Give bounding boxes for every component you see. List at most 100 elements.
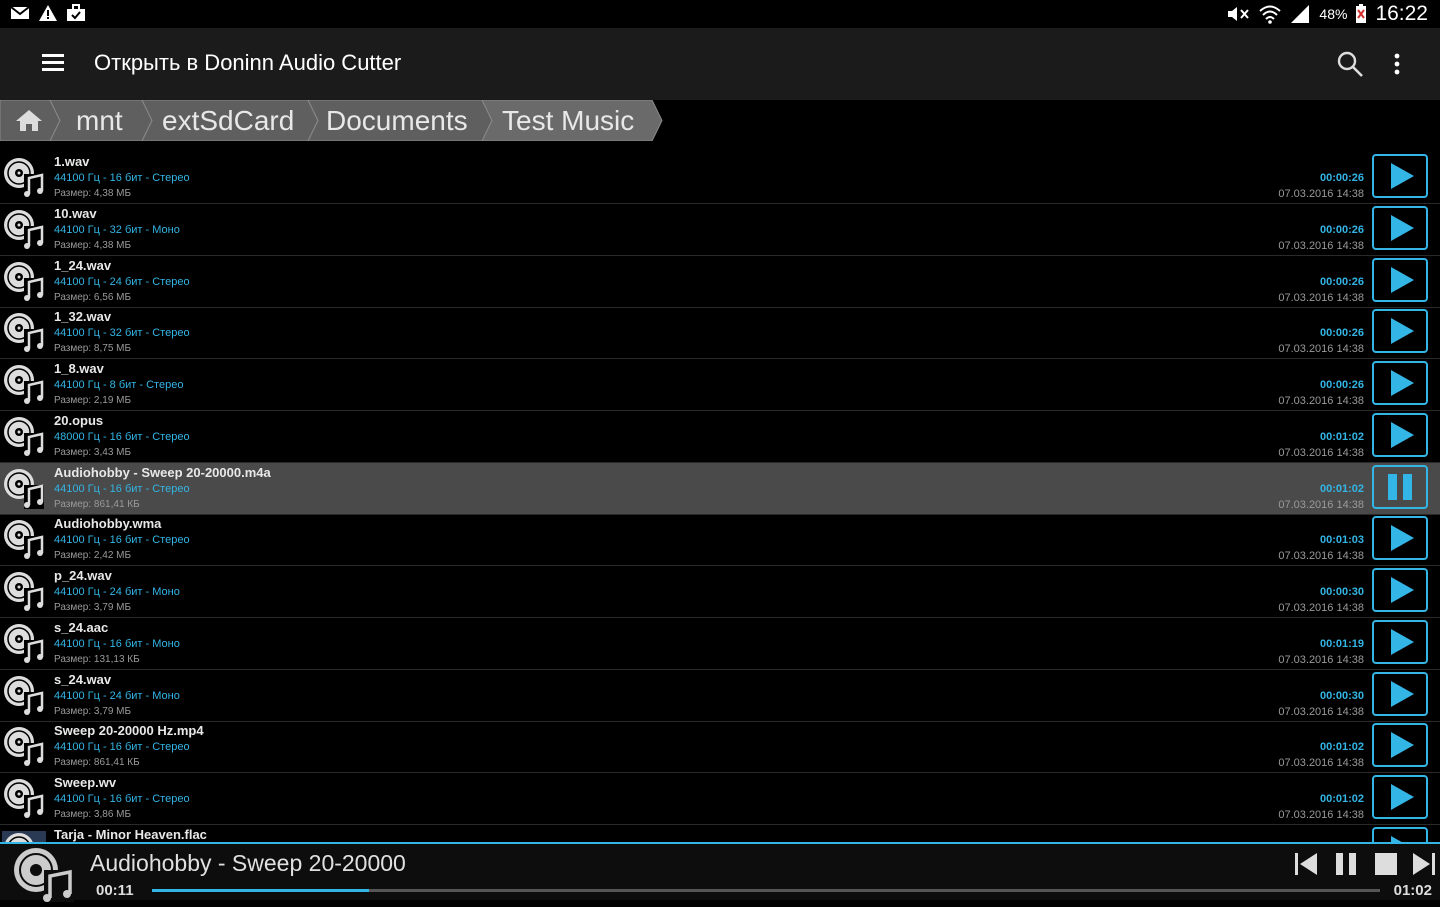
file-size: Размер: 3,79 МБ [54,705,132,717]
file-row[interactable]: s_24.wav 44100 Гц - 24 бит - Моно Размер… [0,670,1440,722]
file-duration: 00:00:26 [1319,379,1364,391]
breadcrumb-item[interactable]: Documents [308,100,494,141]
file-row[interactable]: Audiohobby - Sweep 20-20000.m4a 44100 Гц… [0,462,1440,515]
file-duration: 00:01:02 [1319,482,1364,495]
play-button[interactable] [1372,412,1428,457]
wifi-icon [1259,4,1282,24]
file-name: 1_32.wav [54,309,112,325]
play-button[interactable] [1372,309,1428,354]
file-name: s_24.wav [54,671,112,687]
play-button[interactable] [1372,826,1428,842]
audio-file-icon [2,622,46,666]
file-row[interactable]: s_24.aac 44100 Гц - 16 бит - Моно Размер… [0,618,1440,670]
battery-icon [1355,4,1367,24]
file-row[interactable]: 10.wav 44100 Гц - 32 бит - Моно Размер: … [0,204,1440,256]
play-button[interactable] [1372,205,1428,250]
file-size: Размер: 3,86 МБ [54,809,132,820]
file-format: 44100 Гц - 8 бит - Стерео [54,379,184,391]
file-name: 10.wav [54,205,97,221]
audio-file-icon [2,415,46,459]
file-row[interactable]: 1_24.wav 44100 Гц - 24 бит - Стерео Разм… [0,256,1440,308]
audio-file-icon [2,208,46,252]
play-button[interactable] [1372,361,1428,405]
skip-previous-icon[interactable] [1292,850,1320,878]
file-row[interactable]: Sweep 20-20000 Hz.mp4 44100 Гц - 16 бит … [0,721,1440,774]
file-size: Размер: 2,42 МБ [54,550,132,562]
play-button[interactable] [1372,723,1428,768]
app-toolbar: Открыть в Doninn Audio Cutter [0,28,1440,100]
clock: 16:22 [1375,2,1428,25]
file-row[interactable]: p_24.wav 44100 Гц - 24 бит - Моно Размер… [0,566,1440,618]
file-size: Размер: 4,38 МБ [54,239,132,251]
stop-icon[interactable] [1372,850,1400,878]
play-button[interactable] [1372,775,1428,819]
hamburger-menu-icon[interactable] [42,52,66,76]
file-date: 07.03.2016 14:38 [1278,705,1364,718]
pause-button[interactable] [1372,464,1428,509]
file-size: Размер: 861,41 КБ [54,757,140,769]
file-size: Размер: 8,75 МБ [54,343,132,355]
play-button[interactable] [1372,619,1428,664]
file-row[interactable]: 20.opus 48000 Гц - 16 бит - Стерео Разме… [0,411,1440,463]
file-name: Sweep 20-20000 Hz.mp4 [54,723,204,739]
file-name: 1.wav [54,154,90,169]
file-format: 44100 Гц - 16 бит - Моно [54,637,180,650]
briefcase-icon [66,4,86,22]
file-format: 44100 Гц - 16 бит - Стерео [54,534,190,547]
file-row[interactable]: 1_8.wav 44100 Гц - 8 бит - Стерео Размер… [0,359,1440,411]
page-title: Открыть в Doninn Audio Cutter [94,50,402,75]
file-row[interactable]: Audiohobby.wma 44100 Гц - 16 бит - Стере… [0,514,1440,567]
file-duration: 00:00:30 [1319,689,1364,702]
more-vertical-icon[interactable] [1384,50,1410,78]
battery-percent: 48% [1319,6,1348,22]
file-format: 44100 Гц - 32 бит - Стерео [54,327,190,340]
file-format: 44100 Гц - 24 бит - Стерео [54,275,190,288]
breadcrumb-label: Documents [326,105,468,136]
breadcrumb-item[interactable]: Test Music [482,100,664,141]
file-date: 07.03.2016 14:38 [1278,602,1364,614]
mini-player: Audiohobby - Sweep 20-20000 00:11 01:02 [0,842,1440,902]
audio-file-icon [2,570,46,614]
audio-file-icon [2,260,46,304]
play-button[interactable] [1372,257,1428,302]
play-button[interactable] [1372,568,1428,612]
elapsed-time: 00:11 [96,882,134,899]
file-name: Tarja - Minor Heaven.flac [54,826,207,842]
search-icon[interactable] [1336,50,1364,78]
breadcrumb-item[interactable]: mnt [50,100,154,141]
breadcrumb-label: Test Music [502,105,635,136]
notification-icons [10,4,86,22]
total-time: 01:02 [1393,882,1432,899]
breadcrumb-item[interactable]: extSdCard [142,100,320,141]
file-size: Размер: 861,41 КБ [54,498,140,510]
file-date: 07.03.2016 14:38 [1278,239,1364,252]
file-row[interactable]: 1.wav 44100 Гц - 16 бит - Стерео Размер:… [0,152,1440,204]
file-format: 44100 Гц - 24 бит - Моно [54,689,180,702]
file-row[interactable]: 1_32.wav 44100 Гц - 32 бит - Стерео Разм… [0,307,1440,360]
file-format: 44100 Гц - 16 бит - Стерео [54,793,190,805]
audio-file-icon [2,156,46,200]
pause-icon[interactable] [1332,850,1360,878]
file-duration: 00:01:19 [1319,637,1364,650]
file-name: 1_24.wav [54,257,112,273]
file-size: Размер: 2,19 МБ [54,395,132,406]
file-date: 07.03.2016 14:38 [1278,653,1364,666]
file-row[interactable]: Tarja - Minor Heaven.flac [0,825,1440,842]
play-button[interactable] [1372,154,1428,198]
file-format: 44100 Гц - 16 бит - Стерео [54,741,190,754]
audio-file-icon [2,830,46,842]
skip-next-icon[interactable] [1410,850,1438,878]
seek-progress [152,889,370,892]
file-row[interactable]: Sweep.wv 44100 Гц - 16 бит - Стерео Разм… [0,773,1440,825]
file-duration: 00:00:26 [1319,327,1364,340]
audio-file-icon [2,518,46,562]
play-button[interactable] [1372,671,1428,716]
file-name: 20.opus [54,412,104,428]
seek-bar[interactable] [152,889,1380,892]
file-duration: 00:00:30 [1319,586,1364,598]
mail-icon [10,5,30,21]
file-name: Sweep.wv [54,775,117,790]
audio-file-icon [2,467,46,511]
play-button[interactable] [1372,516,1428,561]
status-bar: 48% 16:22 [0,0,1440,28]
